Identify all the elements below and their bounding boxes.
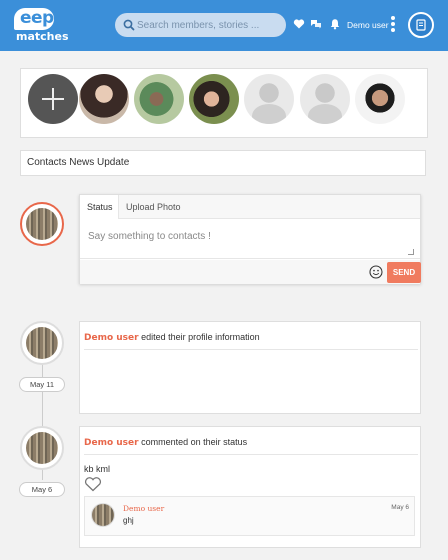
- post-date: May 11: [19, 377, 65, 392]
- news-header-title: Contacts News Update: [27, 157, 130, 168]
- logo-bubble: eep: [14, 8, 54, 30]
- comment-date: May 6: [391, 504, 409, 511]
- news-header: Contacts News Update: [20, 150, 426, 176]
- divider: [84, 454, 418, 455]
- chat-icon[interactable]: [310, 18, 322, 30]
- comment-item: Demo user ghj May 6: [84, 496, 415, 536]
- search-input[interactable]: [137, 17, 277, 33]
- story-avatar-placeholder[interactable]: [244, 74, 294, 124]
- emoji-icon[interactable]: [369, 265, 383, 279]
- logo-text-top: eep: [20, 8, 54, 28]
- top-navbar: eep matches Demo user: [0, 0, 448, 51]
- post-headline: Demo user commented on their status: [84, 437, 247, 448]
- post-author-link[interactable]: Demo user: [84, 438, 139, 448]
- more-icon[interactable]: [391, 16, 395, 32]
- post-date: May 6: [19, 482, 65, 497]
- logo[interactable]: eep matches: [14, 8, 69, 44]
- post-avatar[interactable]: [20, 426, 64, 470]
- story-avatar[interactable]: [79, 74, 129, 124]
- user-card-icon[interactable]: [408, 12, 434, 38]
- composer-body: [80, 219, 420, 259]
- comment-avatar[interactable]: [91, 503, 115, 527]
- status-input[interactable]: [88, 231, 408, 247]
- stories-bar: [20, 68, 428, 138]
- search-bar[interactable]: [115, 13, 286, 37]
- divider: [84, 349, 418, 350]
- resize-handle[interactable]: [408, 249, 414, 255]
- logo-text-bottom: matches: [16, 30, 69, 43]
- composer-tabs: Status Upload Photo: [80, 195, 420, 219]
- comment-text: ghj: [123, 516, 134, 525]
- story-avatar-placeholder[interactable]: [300, 74, 350, 124]
- story-avatar[interactable]: [134, 74, 184, 124]
- post-avatar[interactable]: [20, 321, 64, 365]
- tab-status[interactable]: Status: [80, 195, 119, 219]
- story-avatar[interactable]: [189, 74, 239, 124]
- comment-author-link[interactable]: Demo user: [123, 504, 164, 513]
- send-button[interactable]: SEND: [387, 262, 421, 283]
- post-action-text: edited their profile information: [141, 332, 260, 342]
- tab-upload-photo[interactable]: Upload Photo: [126, 202, 181, 212]
- post-headline: Demo user edited their profile informati…: [84, 332, 260, 343]
- like-heart-icon[interactable]: [84, 476, 102, 492]
- bell-icon[interactable]: [329, 18, 341, 30]
- add-story-button[interactable]: [28, 74, 78, 124]
- heart-icon[interactable]: [293, 18, 305, 30]
- post-author-link[interactable]: Demo user: [84, 333, 139, 343]
- search-icon: [123, 19, 135, 31]
- activity-post: Demo user edited their profile informati…: [79, 321, 421, 414]
- post-body-text: kb kml: [84, 464, 111, 474]
- my-avatar[interactable]: [20, 202, 64, 246]
- composer-footer: SEND: [80, 260, 421, 284]
- post-action-text: commented on their status: [141, 437, 248, 447]
- username-label[interactable]: Demo user: [347, 20, 389, 30]
- story-avatar[interactable]: [355, 74, 405, 124]
- status-composer: Status Upload Photo SEND: [79, 194, 421, 284]
